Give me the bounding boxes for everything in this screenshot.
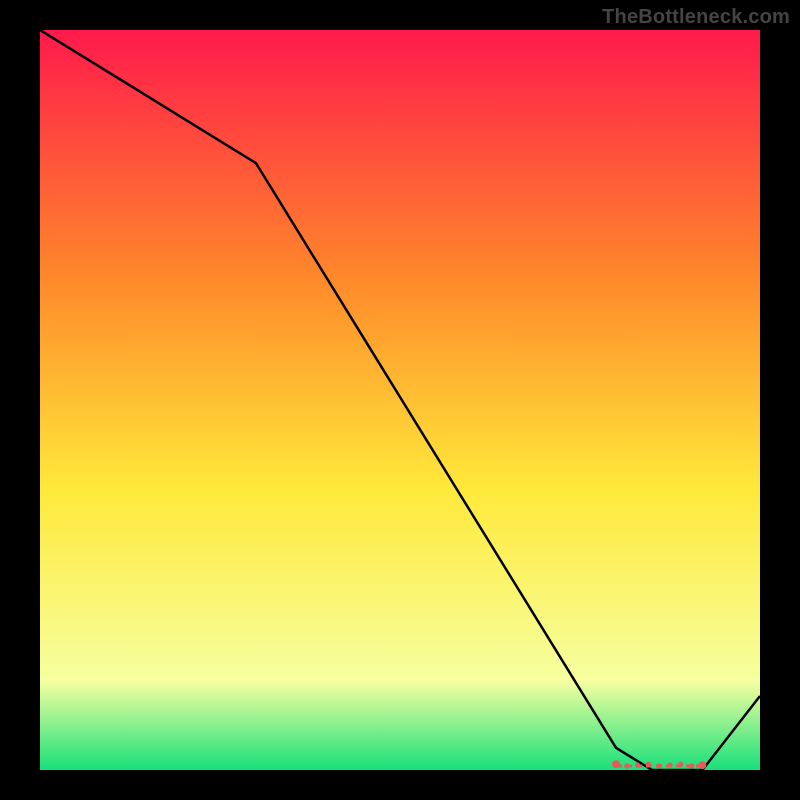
chart-svg (40, 30, 760, 770)
marker-dot (667, 763, 672, 768)
marker-dot (678, 762, 683, 767)
chart-background (40, 30, 760, 770)
marker-dot (635, 763, 640, 768)
marker-dot (646, 762, 651, 767)
marker-dot (612, 760, 620, 768)
marker-dot (657, 763, 662, 768)
marker-dot (624, 763, 629, 768)
marker-dot (689, 763, 694, 768)
watermark-text: TheBottleneck.com (602, 6, 790, 29)
marker-dot (698, 761, 706, 769)
chart-frame: TheBottleneck.com (0, 0, 800, 800)
chart-plot-area (40, 30, 760, 770)
